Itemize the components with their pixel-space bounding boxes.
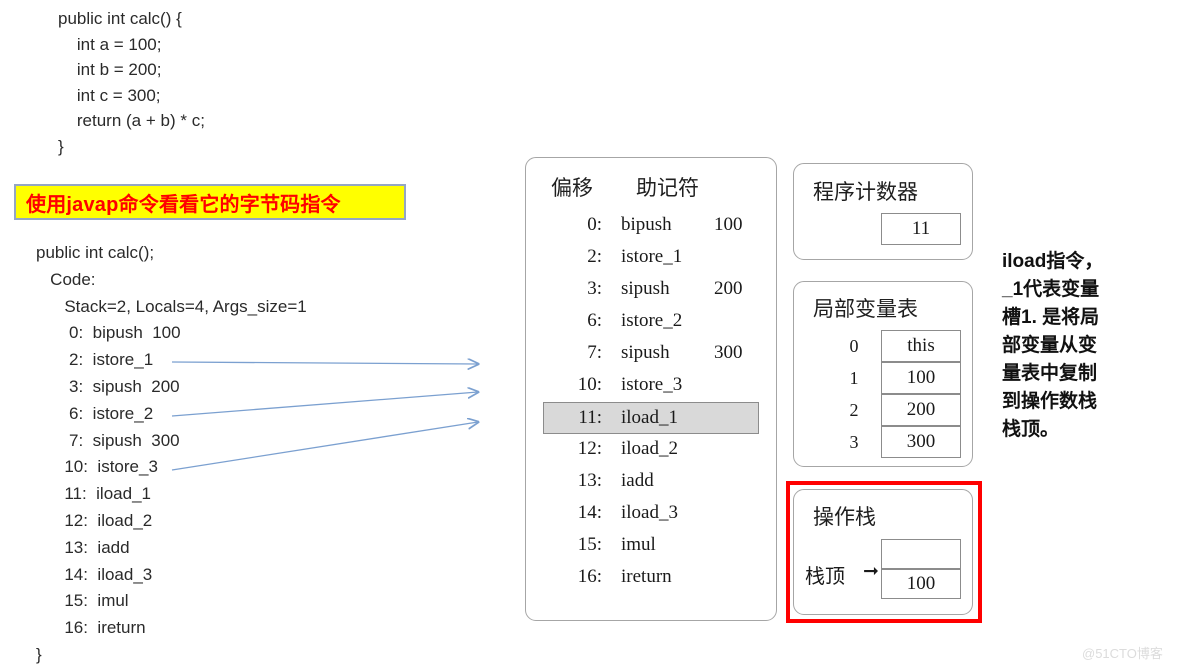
javap-output-line: 7: sipush 300 — [36, 430, 180, 450]
bytecode-mnemonic: istore_3 — [621, 374, 683, 395]
java-source-line: int b = 200; — [58, 60, 162, 79]
javap-output-line: 10: istore_3 — [36, 457, 158, 477]
local-variable-table-panel: 局部变量表 0 this 1 100 2 200 3 300 — [793, 281, 973, 467]
bytecode-header: 偏移 助记符 — [526, 172, 778, 202]
javap-hint-banner: 使用javap命令看看它的字节码指令 — [14, 184, 406, 220]
java-source-line: return (a + b) * c; — [58, 111, 205, 130]
javap-output-line: 3: sipush 200 — [36, 376, 180, 396]
local-variable-index: 2 — [849, 400, 859, 420]
javap-output-line: } — [36, 644, 42, 664]
program-counter-value: 11 — [881, 213, 961, 245]
bytecode-offset: 16: — [577, 566, 602, 587]
bytecode-offset: 6: — [587, 310, 602, 331]
bytecode-operand: 200 — [714, 278, 743, 299]
bytecode-offset: 12: — [577, 438, 602, 459]
javap-output-block: public int calc(); Code: Stack=2, Locals… — [36, 240, 456, 669]
javap-output-line: public int calc(); — [36, 243, 155, 262]
bytecode-offset: 13: — [577, 470, 602, 491]
watermark: @51CTO博客 — [1082, 646, 1163, 661]
java-source-line: } — [58, 136, 64, 156]
bytecode-row[interactable]: 14: iload_3 — [544, 498, 758, 530]
operand-stack-panel: 操作栈 栈顶 ➞ 100 — [793, 489, 973, 615]
local-variable-index: 0 — [849, 336, 859, 356]
local-variable-index: 1 — [849, 368, 859, 388]
bytecode-offset: 3: — [587, 278, 602, 299]
bytecode-row[interactable]: 6: istore_2 — [544, 306, 758, 338]
bytecode-mnemonic: iload_3 — [621, 502, 678, 523]
local-variable-index: 3 — [849, 432, 859, 452]
javap-output-line: 13: iadd — [36, 537, 130, 557]
bytecode-operand: 300 — [714, 342, 743, 363]
operand-stack-cell: 100 — [881, 568, 961, 600]
bytecode-offset: 0: — [587, 214, 602, 235]
bytecode-mnemonic: bipush — [621, 214, 672, 235]
iload-explanation-note: iload指令，_1代表变量槽1. 是将局部变量从变量表中复制到操作数栈栈顶。 — [1002, 251, 1104, 440]
bytecode-mnemonic: sipush — [621, 278, 670, 299]
bytecode-row[interactable]: 7: sipush 300 — [544, 338, 758, 370]
local-variable-row: 2 200 — [850, 393, 961, 427]
javap-output-line: 16: ireturn — [36, 618, 146, 638]
javap-output-line: Code: — [36, 269, 96, 289]
javap-output-line: 14: iload_3 — [36, 564, 153, 584]
stack-top-label: 栈顶 — [805, 566, 845, 588]
local-variable-row: 1 100 — [850, 361, 961, 395]
local-variable-value: 100 — [881, 361, 961, 394]
bytecode-header-mnemonic: 助记符 — [636, 176, 699, 200]
java-source-line: public int calc() { — [58, 9, 182, 28]
java-source-line: int c = 300; — [58, 85, 161, 105]
bytecode-offset: 11: — [578, 407, 602, 428]
bytecode-offset: 10: — [577, 374, 602, 395]
bytecode-offset: 14: — [577, 502, 602, 523]
local-variable-value: 200 — [881, 393, 961, 426]
bytecode-row[interactable]: 12: iload_2 — [544, 434, 758, 466]
javap-output-line: 6: istore_2 — [36, 403, 154, 423]
operand-stack-cell — [881, 538, 961, 570]
javap-output-line: 15: imul — [36, 591, 129, 611]
javap-output-line: 2: istore_1 — [36, 350, 154, 370]
bytecode-mnemonic: iload_1 — [621, 407, 678, 428]
bytecode-mnemonic: istore_2 — [621, 310, 683, 331]
javap-output-line: Stack=2, Locals=4, Args_size=1 — [36, 296, 307, 316]
javap-hint-text: 使用javap命令看看它的字节码指令 — [26, 193, 341, 216]
javap-output-line: 11: iload_1 — [36, 484, 151, 504]
bytecode-row-highlighted[interactable]: 11: iload_1 — [543, 402, 759, 434]
javap-output-line: 12: iload_2 — [36, 510, 153, 530]
java-source-line: int a = 100; — [58, 34, 162, 54]
stack-top-arrow-icon: ➞ — [863, 561, 879, 582]
bytecode-row[interactable]: 13: iadd — [544, 466, 758, 498]
program-counter-title: 程序计数器 — [813, 180, 918, 204]
bytecode-offset: 15: — [577, 534, 602, 555]
bytecode-row[interactable]: 10: istore_3 — [544, 370, 758, 402]
bytecode-row[interactable]: 15: imul — [544, 530, 758, 562]
bytecode-operand: 100 — [714, 214, 743, 235]
bytecode-row[interactable]: 3: sipush 200 — [544, 274, 758, 306]
local-variable-row: 0 this — [850, 329, 961, 363]
bytecode-row[interactable]: 16: ireturn — [544, 562, 758, 594]
bytecode-header-offset: 偏移 — [551, 176, 593, 200]
bytecode-mnemonic: iload_2 — [621, 438, 678, 459]
bytecode-mnemonic: imul — [621, 534, 656, 555]
bytecode-offset: 2: — [587, 246, 602, 267]
operand-stack-title: 操作栈 — [813, 505, 876, 529]
local-variable-value: this — [881, 329, 961, 362]
bytecode-mnemonic: istore_1 — [621, 246, 683, 267]
operand-stack-cells: 100 — [881, 538, 961, 600]
local-variable-row: 3 300 — [850, 425, 961, 459]
local-variable-table: 0 this 1 100 2 200 3 300 — [850, 329, 961, 459]
bytecode-mnemonic: sipush — [621, 342, 670, 363]
local-variable-table-title: 局部变量表 — [813, 297, 918, 321]
bytecode-panel: 偏移 助记符 0: bipush 100 2: istore_1 3: sipush 200 6… — [525, 157, 777, 621]
bytecode-row[interactable]: 0: bipush 100 — [544, 210, 758, 242]
bytecode-mnemonic: iadd — [621, 470, 654, 491]
program-counter-panel: 程序计数器 11 — [793, 163, 973, 260]
java-source-code: public int calc() { int a = 100; int b =… — [58, 6, 458, 159]
local-variable-value: 300 — [881, 425, 961, 458]
javap-output-line: 0: bipush 100 — [36, 323, 181, 343]
bytecode-row[interactable]: 2: istore_1 — [544, 242, 758, 274]
bytecode-offset: 7: — [587, 342, 602, 363]
bytecode-mnemonic: ireturn — [621, 566, 672, 587]
